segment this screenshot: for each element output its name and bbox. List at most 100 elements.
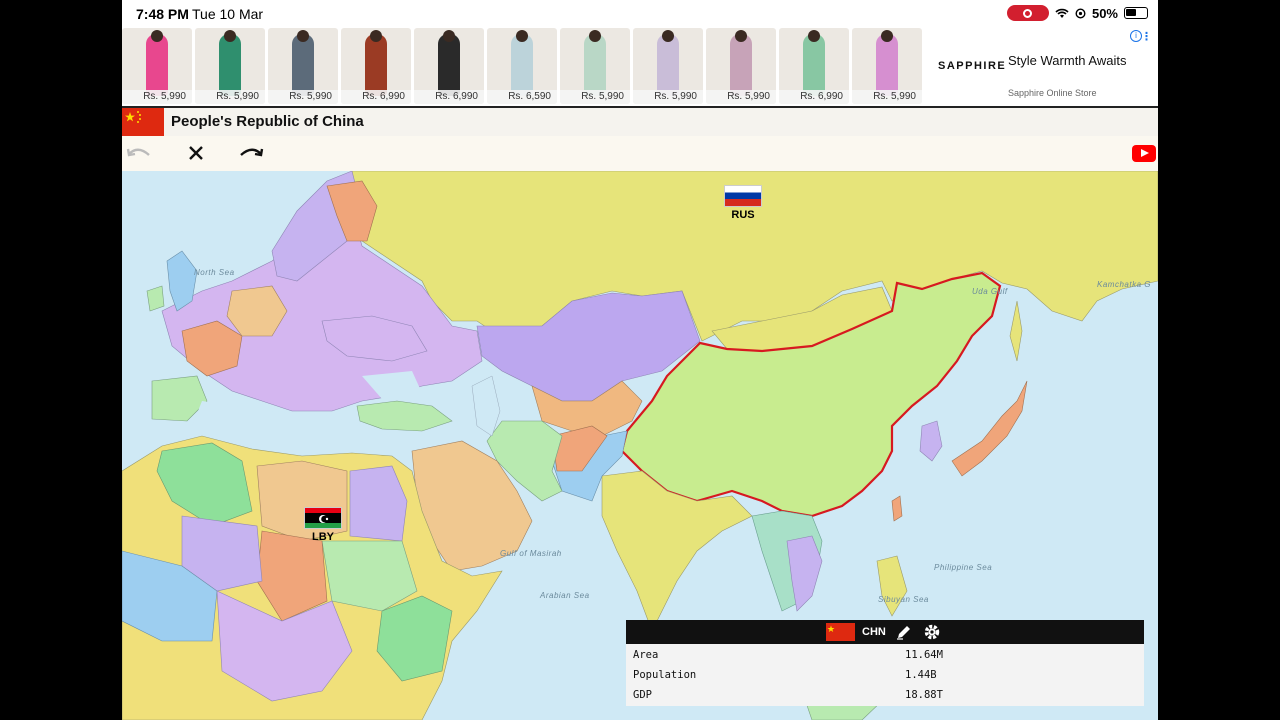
ad-product-tile[interactable]: Rs. 6,990 xyxy=(779,28,849,104)
youtube-icon[interactable] xyxy=(1132,145,1156,162)
ad-product-tile[interactable]: Rs. 6,990 xyxy=(341,28,411,104)
ad-product-tile[interactable]: Rs. 5,990 xyxy=(633,28,703,104)
product-price: Rs. 5,990 xyxy=(706,90,776,104)
product-price: Rs. 6,990 xyxy=(414,90,484,104)
stat-row-population: Population 1.44B xyxy=(626,664,1144,684)
status-right: 50% xyxy=(1006,5,1148,21)
edit-button[interactable] xyxy=(894,622,914,642)
product-price: Rs. 5,990 xyxy=(560,90,630,104)
product-model-head xyxy=(516,30,528,42)
stat-row-area: Area 11.64M xyxy=(626,644,1144,664)
ad-product-tile[interactable]: Rs. 6,590 xyxy=(487,28,557,104)
region-sakhalin[interactable] xyxy=(1009,300,1023,362)
stat-label: Population xyxy=(633,669,697,681)
product-model-head xyxy=(297,30,309,42)
sea-label-gulf-of-masirah: Gulf of Masirah xyxy=(500,549,562,558)
ad-menu-icon[interactable]: ⋮ xyxy=(1141,30,1152,43)
product-price: Rs. 5,990 xyxy=(852,90,922,104)
marker-russia-code: RUS xyxy=(731,209,755,221)
product-model-head xyxy=(808,30,820,42)
china-flag-icon xyxy=(122,108,164,136)
region-turkey[interactable] xyxy=(356,400,453,432)
product-model-head xyxy=(224,30,236,42)
ad-product-tile[interactable]: Rs. 5,990 xyxy=(560,28,630,104)
product-model-head xyxy=(151,30,163,42)
product-price: Rs. 5,990 xyxy=(195,90,265,104)
undo-button[interactable] xyxy=(126,142,152,164)
ad-product-tile[interactable]: Rs. 5,990 xyxy=(195,28,265,104)
product-price: Rs. 6,990 xyxy=(341,90,411,104)
settings-button[interactable] xyxy=(922,622,942,642)
region-india[interactable] xyxy=(601,470,753,632)
product-image xyxy=(803,34,825,96)
country-code: CHN xyxy=(862,626,886,638)
product-image xyxy=(511,34,533,96)
product-price: Rs. 5,990 xyxy=(268,90,338,104)
close-icon xyxy=(189,146,203,160)
wifi-icon xyxy=(1055,8,1069,18)
battery-percent: 50% xyxy=(1091,5,1118,21)
marker-russia[interactable]: RUS xyxy=(724,185,762,221)
product-image xyxy=(365,34,387,96)
sea-label-uda-gulf: Uda Gulf xyxy=(972,287,1008,296)
product-image xyxy=(219,34,241,96)
product-price: Rs. 6,990 xyxy=(779,90,849,104)
ad-title[interactable]: Style Warmth Awaits xyxy=(1008,53,1126,68)
product-model-head xyxy=(662,30,674,42)
sea-label-sibuyan-sea: Sibuyan Sea xyxy=(878,595,929,604)
sea-label-north-sea: North Sea xyxy=(194,268,235,277)
screen-recording-icon[interactable] xyxy=(1006,5,1049,21)
close-button[interactable] xyxy=(183,142,209,164)
gear-icon xyxy=(924,624,940,640)
stat-value: 1.44B xyxy=(905,669,937,681)
edit-toolbar xyxy=(122,136,1158,171)
stat-row-gdp: GDP 18.88T xyxy=(626,684,1144,704)
region-ireland[interactable] xyxy=(146,285,165,312)
ad-product-tile[interactable]: Rs. 5,990 xyxy=(852,28,922,104)
location-icon xyxy=(1075,7,1086,19)
page-title: People's Republic of China xyxy=(171,113,364,130)
product-image xyxy=(876,34,898,96)
ad-product-strip[interactable]: Rs. 5,990 Rs. 5,990 Rs. 5,990 Rs. 6,990 Rs. … xyxy=(122,28,922,104)
ad-banner[interactable]: Rs. 5,990 Rs. 5,990 Rs. 5,990 Rs. 6,990 Rs. … xyxy=(122,28,1158,106)
china-flag-small-icon xyxy=(826,623,855,641)
product-image xyxy=(730,34,752,96)
stat-label: GDP xyxy=(633,689,652,701)
product-model-head xyxy=(881,30,893,42)
region-korea[interactable] xyxy=(919,420,943,462)
product-image xyxy=(292,34,314,96)
stat-label: Area xyxy=(633,649,659,661)
product-price: Rs. 5,990 xyxy=(122,90,192,104)
ad-subtitle[interactable]: Sapphire Online Store xyxy=(1008,88,1097,98)
status-date: Tue 10 Mar xyxy=(192,6,264,22)
product-image xyxy=(657,34,679,96)
country-header: People's Republic of China xyxy=(122,108,1158,136)
product-model-head xyxy=(370,30,382,42)
country-info-panel: CHN Area 11.64M Population 1.44B GDP 18.… xyxy=(626,620,1144,706)
status-time: 7:48 PM xyxy=(136,6,189,22)
sea-label-arabian-sea: Arabian Sea xyxy=(540,591,590,600)
ad-product-tile[interactable]: Rs. 5,990 xyxy=(268,28,338,104)
region-japan[interactable] xyxy=(951,380,1028,477)
russia-flag-icon xyxy=(724,185,762,207)
product-model-head xyxy=(735,30,747,42)
marker-libya-code: LBY xyxy=(312,531,334,543)
ad-product-tile[interactable]: Rs. 5,990 xyxy=(706,28,776,104)
sea-label-kamchatka: Kamchatka G xyxy=(1097,280,1151,289)
marker-libya[interactable]: LBY xyxy=(304,507,342,543)
redo-button[interactable] xyxy=(238,142,264,164)
stat-value: 18.88T xyxy=(905,689,943,701)
product-model-head xyxy=(589,30,601,42)
app-screen: 7:48 PM Tue 10 Mar 50% Rs. 5,990 Rs. 5,99… xyxy=(122,0,1158,720)
redo-icon xyxy=(240,148,264,157)
product-price: Rs. 5,990 xyxy=(633,90,703,104)
ad-product-tile[interactable]: Rs. 5,990 xyxy=(122,28,192,104)
region-taiwan[interactable] xyxy=(891,495,903,522)
ad-brand-logo[interactable]: SAPPHIRE xyxy=(938,60,1006,72)
region-philippines[interactable] xyxy=(876,555,908,617)
pencil-icon xyxy=(897,626,910,640)
ad-product-tile[interactable]: Rs. 6,990 xyxy=(414,28,484,104)
libya-flag-icon xyxy=(304,507,342,529)
info-panel-header: CHN xyxy=(626,620,1144,644)
product-image xyxy=(146,34,168,96)
